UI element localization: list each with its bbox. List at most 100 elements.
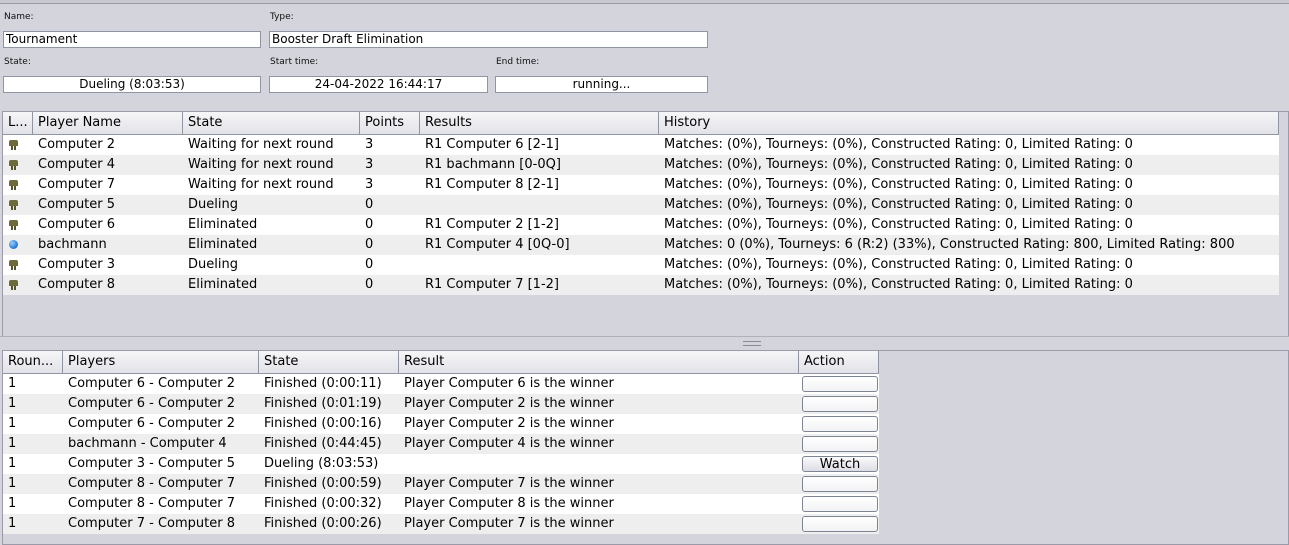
player-type-cell [3, 155, 33, 175]
player-points-cell: 0 [365, 277, 374, 292]
match-action-cell [799, 434, 879, 454]
action-button[interactable] [802, 436, 878, 452]
player-points-cell: 3 [365, 137, 374, 152]
player-state-cell: Eliminated [188, 217, 258, 232]
table-row[interactable]: 1 Computer 8 - Computer 7 Finished (0:00:3… [3, 494, 879, 514]
player-history-cell: Matches: (0%), Tourneys: (0%), Construct… [664, 137, 1133, 152]
table-row[interactable]: 1 Computer 6 - Computer 2 Finished (0:00:1… [3, 374, 879, 394]
col-header-round[interactable]: Roun... [3, 351, 63, 373]
player-name-cell: bachmann [38, 237, 107, 252]
col-header-match-state[interactable]: State [259, 351, 399, 373]
name-label: Name: [4, 12, 34, 22]
table-row[interactable]: Computer 4 Waiting for next round 3 R1 bach… [3, 155, 1279, 175]
player-type-cell [3, 195, 33, 215]
splitter-grip-icon[interactable] [743, 341, 761, 346]
state-field[interactable]: Dueling (8:03:53) [3, 76, 261, 93]
matches-table-header: Roun... Players State Result Action [3, 351, 879, 374]
match-round-cell: 1 [8, 456, 17, 471]
player-type-cell [3, 255, 33, 275]
player-name-cell: Computer 3 [38, 257, 116, 272]
player-state-cell: Waiting for next round [188, 177, 334, 192]
col-header-history[interactable]: History [659, 112, 1279, 134]
action-button[interactable] [802, 396, 878, 412]
player-results-cell: R1 Computer 2 [1-2] [425, 217, 559, 232]
player-points-cell: 3 [365, 177, 374, 192]
match-round-cell: 1 [8, 396, 17, 411]
match-result-cell: Player Computer 2 is the winner [404, 396, 614, 411]
player-type-cell [3, 275, 33, 295]
table-row[interactable]: 1 Computer 6 - Computer 2 Finished (0:01:1… [3, 394, 879, 414]
player-name-cell: Computer 8 [38, 277, 116, 292]
table-row[interactable]: 1 Computer 7 - Computer 8 Finished (0:00:2… [3, 514, 879, 534]
player-history-cell: Matches: (0%), Tourneys: (0%), Construct… [664, 217, 1133, 232]
match-state-cell: Finished (0:00:32) [264, 496, 382, 511]
match-round-cell: 1 [8, 416, 17, 431]
col-header-points[interactable]: Points [360, 112, 420, 134]
match-players-cell: Computer 7 - Computer 8 [68, 516, 236, 531]
match-round-cell: 1 [8, 496, 17, 511]
match-players-cell: Computer 6 - Computer 2 [68, 396, 236, 411]
player-history-cell: Matches: 0 (0%), Tourneys: 6 (R:2) (33%)… [664, 237, 1235, 252]
panel-splitter[interactable] [0, 336, 1289, 349]
col-header-level[interactable]: L... [3, 112, 33, 134]
robot-icon [8, 159, 19, 170]
match-action-cell [799, 514, 879, 534]
match-action-cell [799, 494, 879, 514]
player-points-cell: 3 [365, 157, 374, 172]
col-header-results[interactable]: Results [420, 112, 659, 134]
action-button[interactable] [802, 496, 878, 512]
col-header-action[interactable]: Action [799, 351, 879, 373]
match-state-cell: Finished (0:00:16) [264, 416, 382, 431]
action-button[interactable] [802, 376, 878, 392]
match-players-cell: bachmann - Computer 4 [68, 436, 227, 451]
watch-button[interactable]: Watch [802, 456, 878, 472]
action-button[interactable] [802, 476, 878, 492]
col-header-players[interactable]: Players [63, 351, 259, 373]
match-action-cell [799, 374, 879, 394]
player-type-cell [3, 215, 33, 235]
match-result-cell: Player Computer 7 is the winner [404, 476, 614, 491]
end-time-label: End time: [496, 57, 540, 67]
match-players-cell: Computer 6 - Computer 2 [68, 376, 236, 391]
player-results-cell: R1 Computer 8 [2-1] [425, 177, 559, 192]
globe-icon [9, 240, 18, 249]
player-name-cell: Computer 6 [38, 217, 116, 232]
player-state-cell: Eliminated [188, 237, 258, 252]
player-points-cell: 0 [365, 257, 374, 272]
player-results-cell [420, 255, 659, 275]
matches-table[interactable]: Roun... Players State Result Action 1 Com… [2, 350, 1289, 545]
player-state-cell: Waiting for next round [188, 137, 334, 152]
col-header-player-name[interactable]: Player Name [33, 112, 183, 134]
match-round-cell: 1 [8, 376, 17, 391]
action-button[interactable] [802, 416, 878, 432]
table-row[interactable]: 1 Computer 3 - Computer 5 Dueling (8:03:53… [3, 454, 879, 474]
match-action-cell [799, 394, 879, 414]
player-history-cell: Matches: (0%), Tourneys: (0%), Construct… [664, 157, 1133, 172]
col-header-state[interactable]: State [183, 112, 360, 134]
match-result-cell: Player Computer 6 is the winner [404, 376, 614, 391]
action-button[interactable] [802, 516, 878, 532]
table-row[interactable]: Computer 5 Dueling 0 Matches: (0%), Tourney… [3, 195, 1279, 215]
table-row[interactable]: Computer 2 Waiting for next round 3 R1 Comp… [3, 135, 1279, 155]
start-time-field[interactable]: 24-04-2022 16:44:17 [269, 76, 488, 93]
table-row[interactable]: bachmann Eliminated 0 R1 Computer 4 [0Q-0] M… [3, 235, 1279, 255]
players-table[interactable]: L... Player Name State Points Results Hi… [2, 111, 1289, 337]
table-row[interactable]: Computer 7 Waiting for next round 3 R1 Comp… [3, 175, 1279, 195]
player-name-cell: Computer 4 [38, 157, 116, 172]
match-state-cell: Finished (0:00:59) [264, 476, 382, 491]
table-row[interactable]: Computer 3 Dueling 0 Matches: (0%), Tourney… [3, 255, 1279, 275]
table-row[interactable]: Computer 8 Eliminated 0 R1 Computer 7 [1-2]… [3, 275, 1279, 295]
type-field[interactable]: Booster Draft Elimination [269, 31, 708, 48]
player-results-cell: R1 bachmann [0-0Q] [425, 157, 561, 172]
name-field[interactable]: Tournament [3, 31, 261, 48]
player-name-cell: Computer 7 [38, 177, 116, 192]
table-row[interactable]: 1 Computer 6 - Computer 2 Finished (0:00:1… [3, 414, 879, 434]
start-time-label: Start time: [270, 57, 319, 67]
end-time-field[interactable]: running... [495, 76, 708, 93]
col-header-result[interactable]: Result [399, 351, 799, 373]
table-row[interactable]: 1 bachmann - Computer 4 Finished (0:44:45)… [3, 434, 879, 454]
table-row[interactable]: 1 Computer 8 - Computer 7 Finished (0:00:5… [3, 474, 879, 494]
player-state-cell: Dueling [188, 197, 238, 212]
robot-icon [8, 139, 19, 150]
table-row[interactable]: Computer 6 Eliminated 0 R1 Computer 2 [1-2]… [3, 215, 1279, 235]
